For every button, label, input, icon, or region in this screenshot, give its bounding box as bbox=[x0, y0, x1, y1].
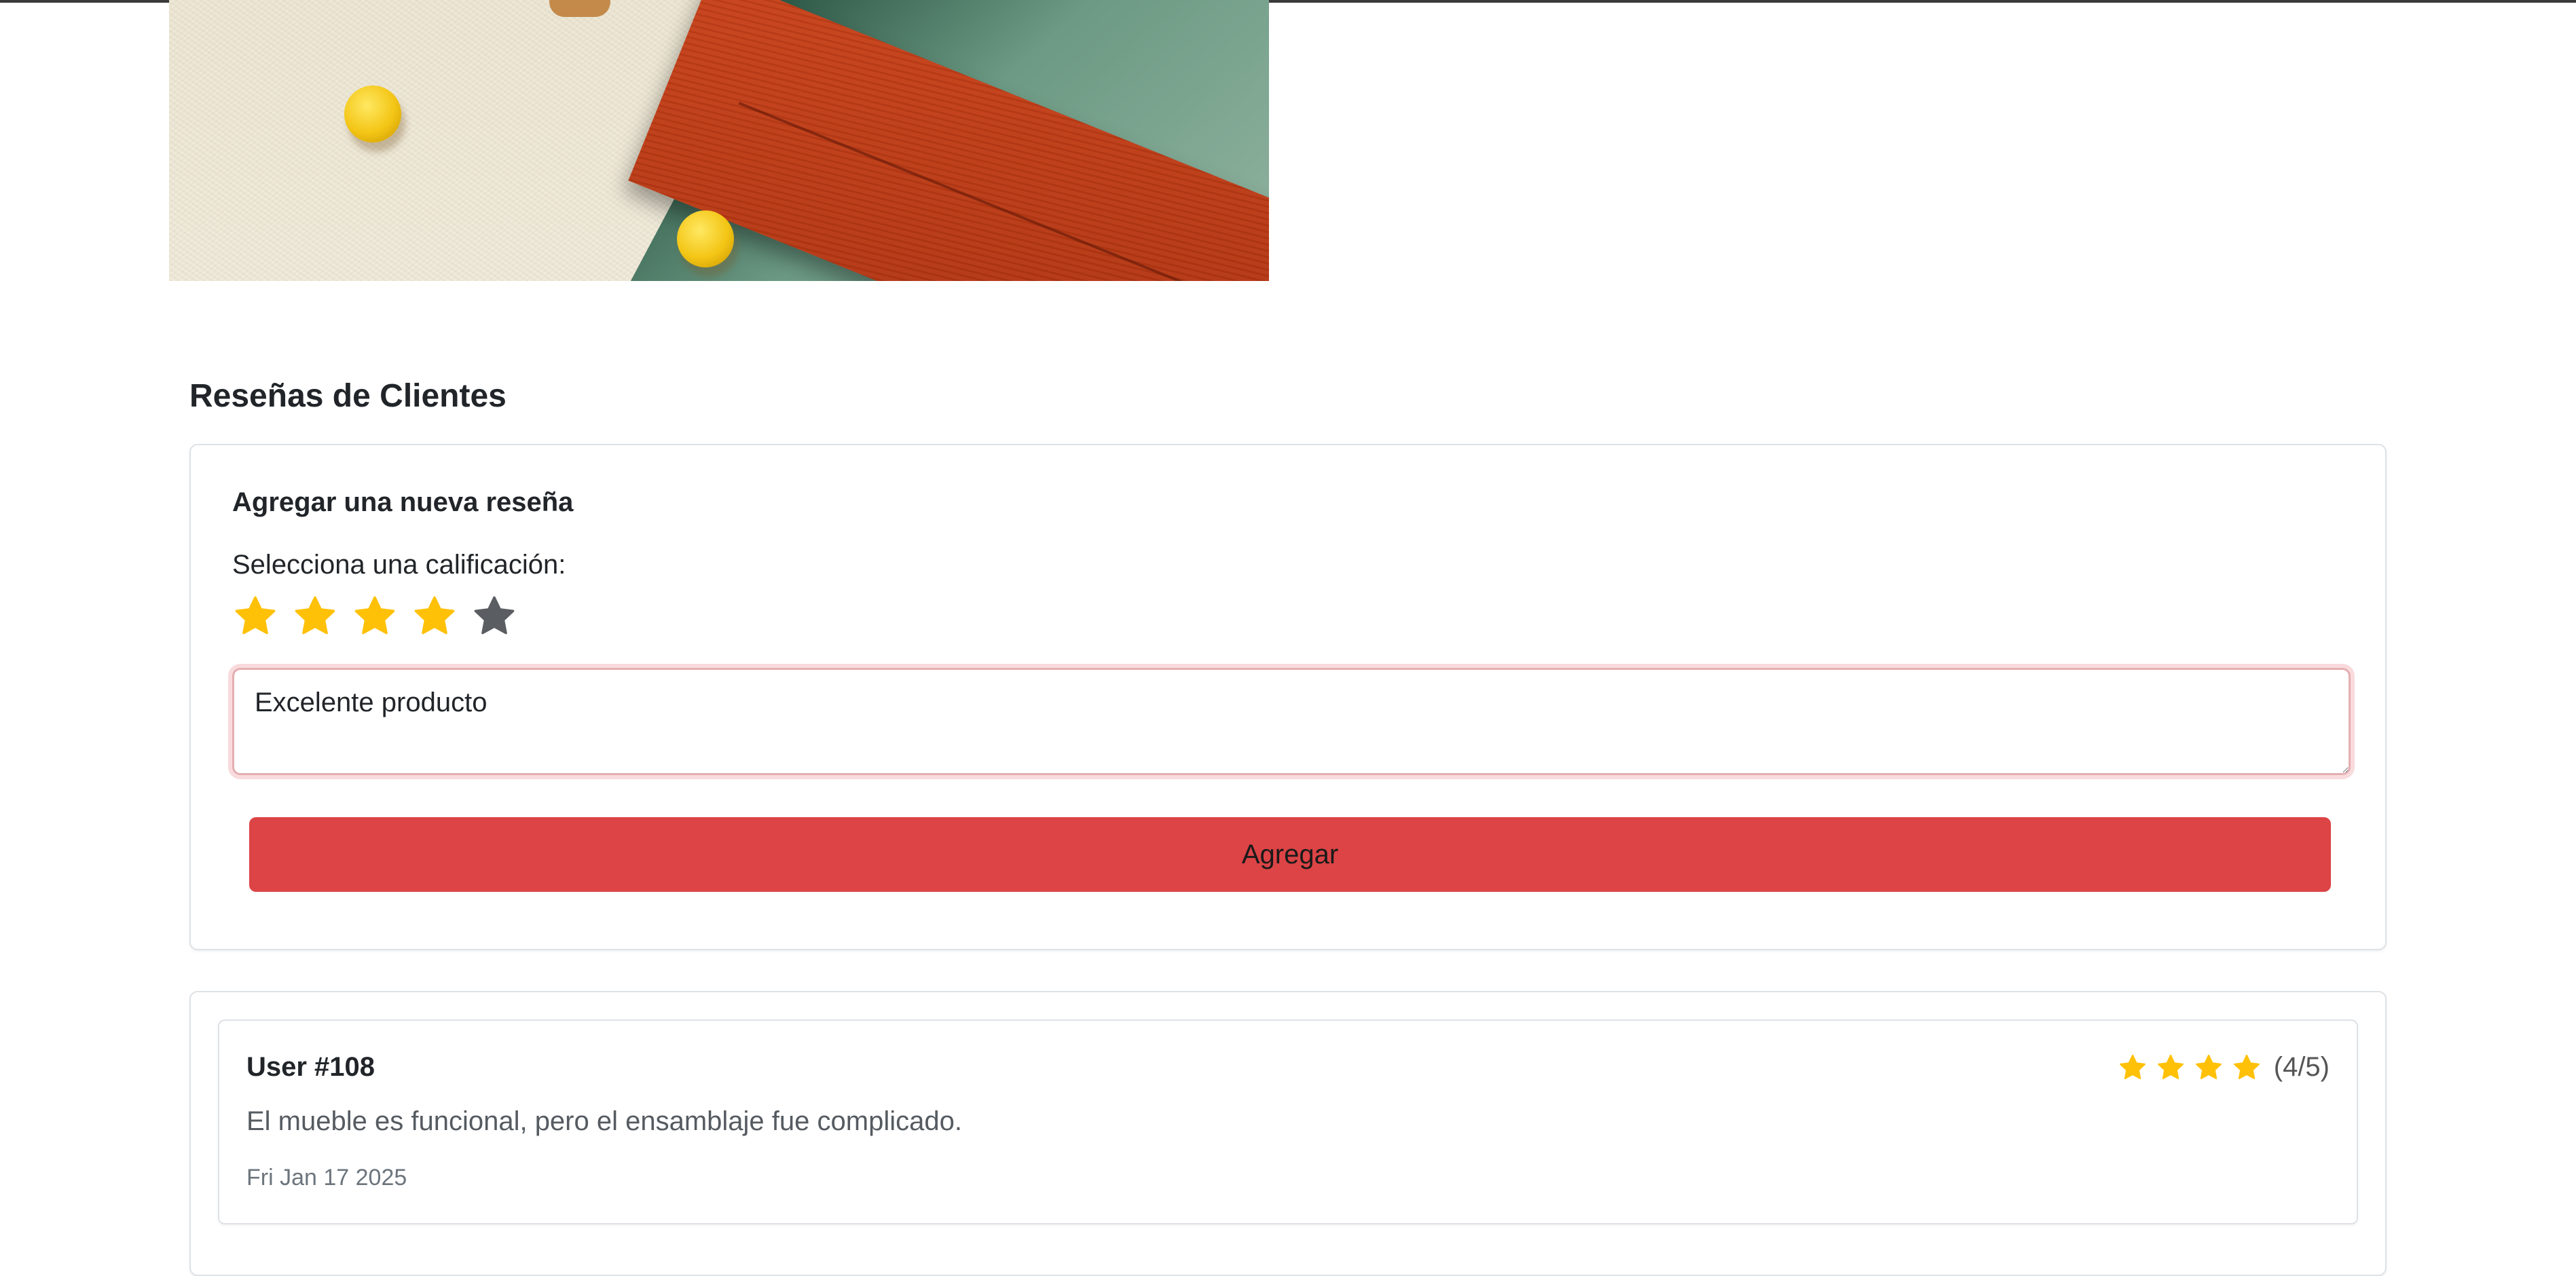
star-icon[interactable] bbox=[232, 593, 278, 639]
product-image bbox=[169, 0, 1269, 281]
add-review-card: Agregar una nueva reseña Selecciona una … bbox=[189, 444, 2387, 950]
add-review-title: Agregar una nueva reseña bbox=[232, 487, 574, 517]
review-user: User #108 bbox=[246, 1052, 375, 1082]
reviews-heading: Reseñas de Clientes bbox=[189, 378, 507, 414]
star-icon[interactable] bbox=[411, 593, 458, 639]
wood-leg bbox=[549, 0, 610, 17]
add-review-button[interactable]: Agregar bbox=[249, 817, 2331, 892]
star-icon[interactable] bbox=[352, 593, 398, 639]
review-date: Fri Jan 17 2025 bbox=[246, 1165, 407, 1190]
star-icon[interactable] bbox=[471, 593, 517, 639]
rating-count: (4/5) bbox=[2273, 1052, 2330, 1082]
star-rating-selector bbox=[232, 593, 517, 639]
review-text-input[interactable] bbox=[228, 664, 2355, 779]
star-icon bbox=[2118, 1053, 2148, 1083]
yellow-ball bbox=[344, 86, 401, 143]
star-icon bbox=[2156, 1053, 2186, 1083]
review-rating: (4/5) bbox=[2118, 1052, 2330, 1083]
star-icon[interactable] bbox=[292, 593, 338, 639]
yellow-ball bbox=[677, 210, 734, 267]
star-icon bbox=[2194, 1053, 2224, 1083]
review-item: User #108 (4/5) El mueble es funcional, … bbox=[218, 1019, 2358, 1224]
rating-label: Selecciona una calificación: bbox=[232, 550, 566, 580]
reviews-list-card: User #108 (4/5) El mueble es funcional, … bbox=[189, 991, 2387, 1276]
star-icon bbox=[2232, 1053, 2262, 1083]
review-text: El mueble es funcional, pero el ensambla… bbox=[246, 1106, 962, 1136]
